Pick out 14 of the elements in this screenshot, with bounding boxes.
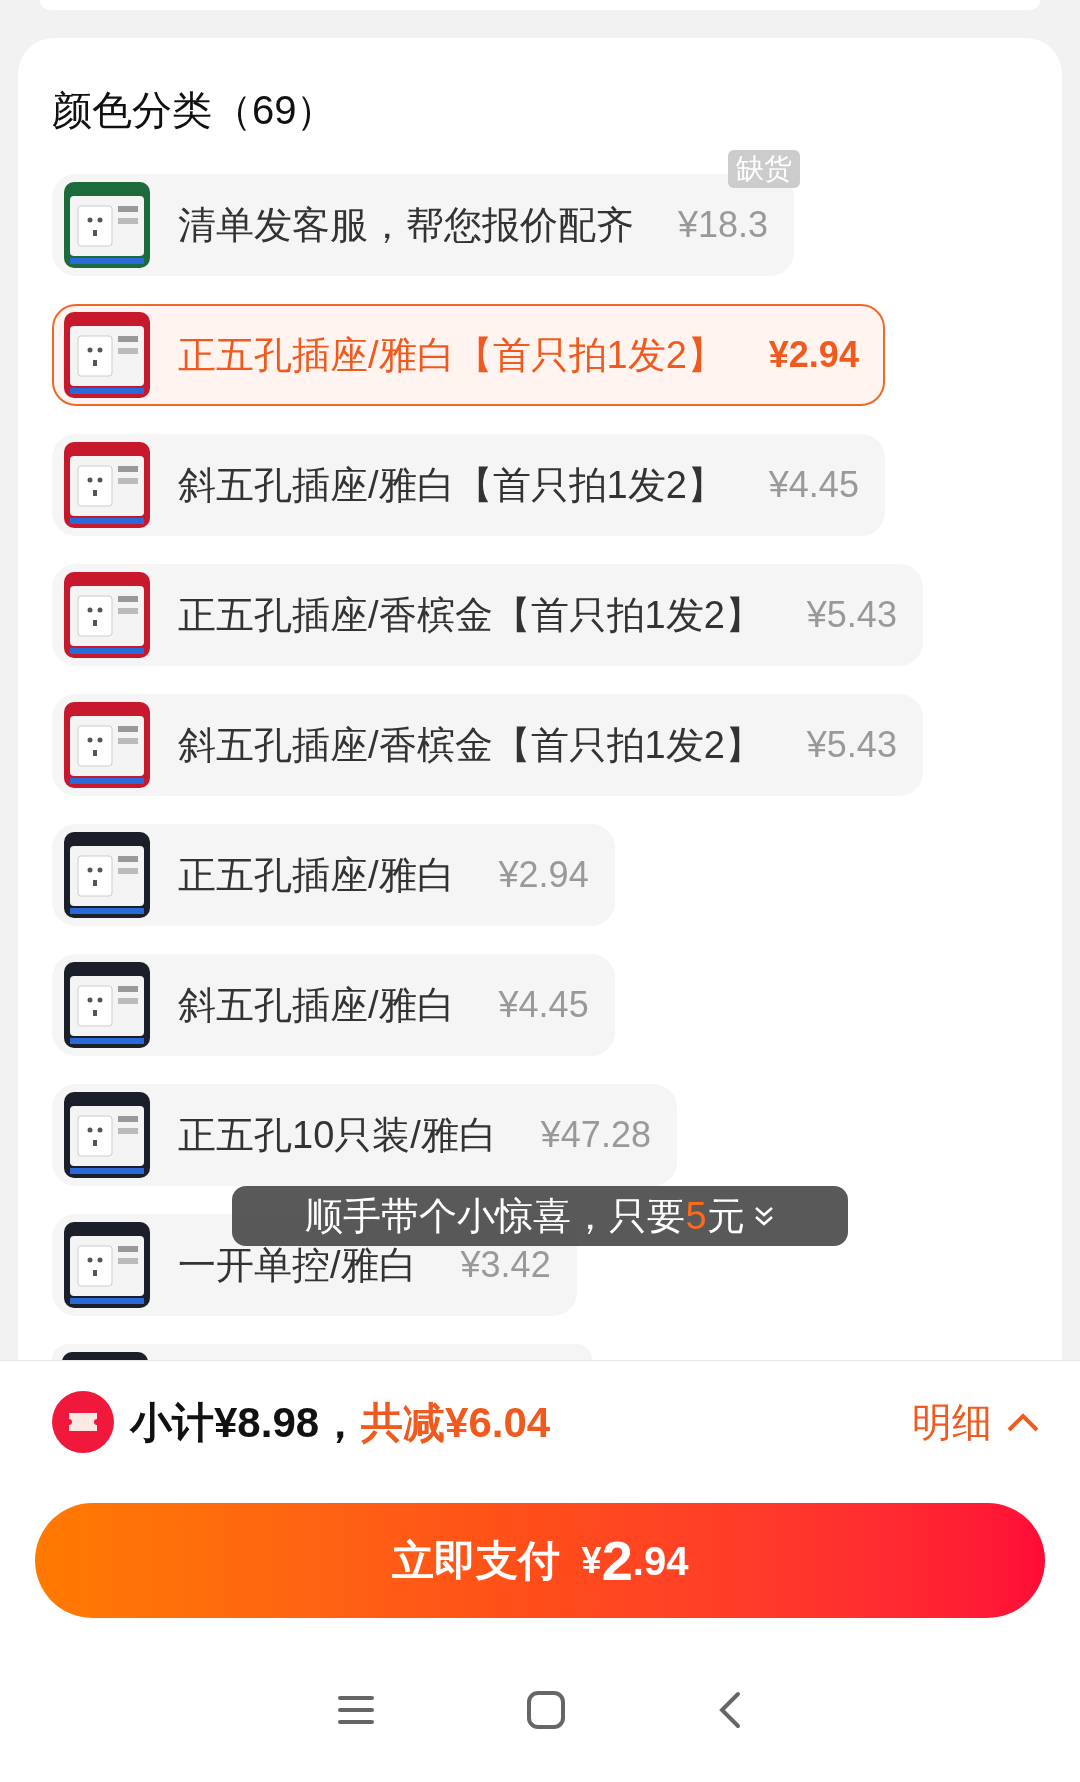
option-chip[interactable]: 斜五孔插座/香槟金【首只拍1发2】 ¥5.43 xyxy=(52,694,923,796)
subtotal-text: 小计¥8.98， xyxy=(130,1397,362,1448)
option-chip[interactable] xyxy=(52,1344,592,1360)
option-chip[interactable]: 正五孔插座/香槟金【首只拍1发2】 ¥5.43 xyxy=(52,564,923,666)
home-icon[interactable] xyxy=(526,1690,566,1730)
option-chip[interactable]: 正五孔10只装/雅白 ¥47.28 xyxy=(52,1084,677,1186)
option-chip[interactable]: 斜五孔插座/雅白 ¥4.45 xyxy=(52,954,615,1056)
option-chip[interactable]: 正五孔插座/雅白 ¥2.94 xyxy=(52,824,615,926)
promo-toast[interactable]: 顺手带个小惊喜，只要5元 xyxy=(232,1186,848,1246)
option-chip[interactable]: 斜五孔插座/雅白【首只拍1发2】 ¥4.45 xyxy=(52,434,885,536)
discount-text: 共减¥6.04 xyxy=(361,1397,551,1448)
coupon-icon xyxy=(52,1391,114,1453)
chevron-up-icon xyxy=(1006,1411,1040,1433)
section-title: 颜色分类（69） xyxy=(52,87,337,134)
